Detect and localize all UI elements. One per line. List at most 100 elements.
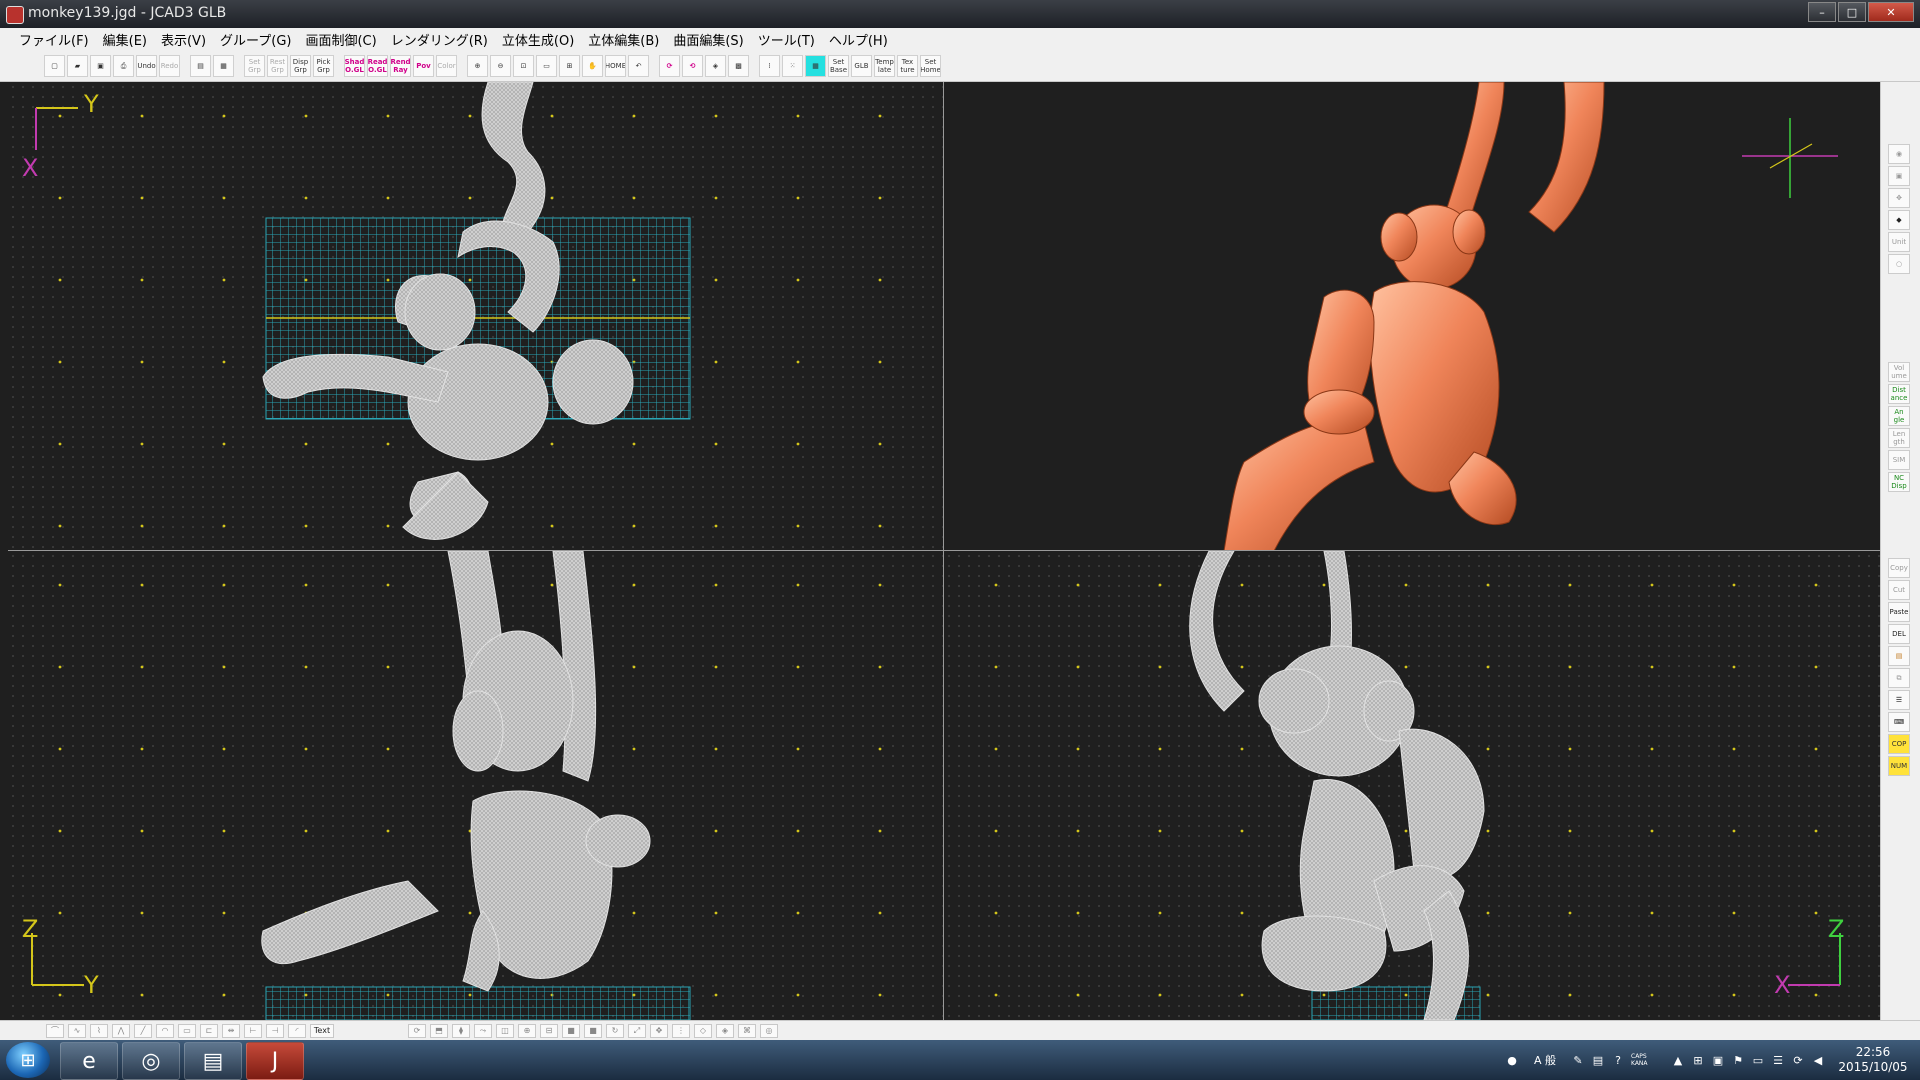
nc-disp-button[interactable]: NC Disp [1888, 472, 1910, 492]
tray-device-icon[interactable]: ▭ [1751, 1053, 1765, 1067]
circle-icon[interactable]: ○ [1888, 254, 1910, 274]
redo-button[interactable]: Redo [159, 54, 180, 77]
array-icon[interactable]: ⋮ [672, 1023, 690, 1038]
grid-snap-icon[interactable]: ⁙ [782, 54, 803, 77]
viewport-perspective[interactable] [944, 82, 1880, 551]
glb-button[interactable]: GLB [851, 54, 872, 77]
menu-rendering[interactable]: レンダリング(R) [384, 30, 495, 49]
fit-view-icon[interactable]: ▭ [536, 54, 557, 77]
sketch-icon[interactable]: ⌒ [46, 1023, 64, 1038]
zoom-window-icon[interactable]: ⊡ [513, 54, 534, 77]
rotate-view-icon[interactable]: ⟳ [659, 54, 680, 77]
tray-network-icon[interactable]: ▣ [1711, 1053, 1725, 1067]
menu-group[interactable]: グループ(G) [213, 30, 298, 49]
section-icon[interactable]: ⊟ [540, 1023, 558, 1038]
close-button[interactable]: ✕ [1868, 2, 1914, 22]
tree-icon[interactable]: ☰ [1888, 690, 1910, 710]
menu-solid-edit[interactable]: 立体編集(B) [581, 30, 666, 49]
open-folder-icon[interactable]: ▰ [67, 54, 88, 77]
rect-icon[interactable]: ▭ [178, 1023, 196, 1038]
new-file-icon[interactable]: ▢ [44, 54, 65, 77]
boolean-icon[interactable]: ⊕ [518, 1023, 536, 1038]
paste-button[interactable]: Paste [1888, 602, 1910, 622]
zoom-all-icon[interactable]: ⊞ [559, 54, 580, 77]
delete-button[interactable]: DEL [1888, 624, 1910, 644]
extend-icon[interactable]: ⊣ [266, 1023, 284, 1038]
menu-screen-control[interactable]: 画面制御(C) [298, 30, 383, 49]
set-home-button[interactable]: Set Home [920, 54, 941, 77]
tray-flag-icon[interactable]: ⚑ [1731, 1053, 1745, 1067]
view-select-icon[interactable]: ◈ [705, 54, 726, 77]
tray-volume-icon[interactable]: ◀ [1811, 1053, 1825, 1067]
tray-update-icon[interactable]: ⟳ [1791, 1053, 1805, 1067]
fillet-icon[interactable]: ◜ [288, 1023, 306, 1038]
loft-icon[interactable]: ⧫ [452, 1023, 470, 1038]
copy-button[interactable]: Copy [1888, 558, 1910, 578]
shade-ogl-button[interactable]: Shad O.GL [344, 54, 365, 77]
blend-icon[interactable]: ⌘ [738, 1023, 756, 1038]
shell-icon[interactable]: ◫ [496, 1023, 514, 1038]
solid-box-icon[interactable]: ■ [562, 1023, 580, 1038]
tray-dictionary-icon[interactable]: ▤ [1591, 1053, 1605, 1067]
zoom-in-icon[interactable]: ⊕ [467, 54, 488, 77]
ime-indicator[interactable]: A 般 [1525, 1053, 1565, 1067]
group-grid-icon[interactable]: ▦ [213, 54, 234, 77]
diamond-icon[interactable]: ◆ [1888, 210, 1910, 230]
menu-solid-create[interactable]: 立体生成(O) [495, 30, 581, 49]
minimize-button[interactable]: – [1808, 2, 1836, 22]
solid-box2-icon[interactable]: ■ [584, 1023, 602, 1038]
menu-help[interactable]: ヘルプ(H) [822, 30, 895, 49]
length-button[interactable]: Len gth [1888, 428, 1910, 448]
line-icon[interactable]: ╱ [134, 1023, 152, 1038]
move-obj-icon[interactable]: ✥ [650, 1023, 668, 1038]
disp-group-button[interactable]: Disp Grp [290, 54, 311, 77]
save-icon[interactable]: ▣ [90, 54, 111, 77]
home-button[interactable]: HOME [605, 54, 626, 77]
undo-button[interactable]: Undo [136, 54, 157, 77]
rotate-obj-icon[interactable]: ↻ [606, 1023, 624, 1038]
move-icon[interactable]: ✥ [1888, 188, 1910, 208]
distance-button[interactable]: Dist ance [1888, 384, 1910, 404]
maximize-button[interactable]: □ [1838, 2, 1866, 22]
curve-icon[interactable]: ∿ [68, 1023, 86, 1038]
tray-power-icon[interactable]: ☰ [1771, 1053, 1785, 1067]
tray-ime-pad-icon[interactable]: ✎ [1571, 1053, 1585, 1067]
viewport-side[interactable]: Z X [944, 551, 1880, 1020]
polyline-icon[interactable]: ⋀ [112, 1023, 130, 1038]
camera-icon[interactable]: ◉ [1888, 144, 1910, 164]
tray-windows-icon[interactable]: ⊞ [1691, 1053, 1705, 1067]
offset-icon[interactable]: ⊏ [200, 1023, 218, 1038]
menu-tools[interactable]: ツール(T) [751, 30, 822, 49]
taskbar-ie-icon[interactable]: e [60, 1042, 118, 1080]
set-group-button[interactable]: Set Grp [244, 54, 265, 77]
color-button[interactable]: Color [436, 54, 457, 77]
start-button[interactable]: ⊞ [6, 1042, 50, 1078]
num-button[interactable]: NUM [1888, 756, 1910, 776]
text-button[interactable]: Text [310, 1023, 334, 1038]
print-icon[interactable]: ⎙ [113, 54, 134, 77]
sim-button[interactable]: SIM [1888, 450, 1910, 470]
mirror-icon[interactable]: ⇹ [222, 1023, 240, 1038]
stack-icon[interactable]: ⧉ [1888, 668, 1910, 688]
tray-expand-icon[interactable]: ▲ [1671, 1053, 1685, 1067]
render-ray-button[interactable]: Rend Ray [390, 54, 411, 77]
tray-help-icon[interactable]: ? [1611, 1053, 1625, 1067]
pick-group-button[interactable]: Pick Grp [313, 54, 334, 77]
volume-button[interactable]: Vol ume [1888, 362, 1910, 382]
zoom-out-icon[interactable]: ⊖ [490, 54, 511, 77]
rotate-reverse-icon[interactable]: ⟲ [682, 54, 703, 77]
set-base-button[interactable]: Set Base [828, 54, 849, 77]
grid-display-icon[interactable]: ▦ [805, 54, 826, 77]
app-icon[interactable] [6, 6, 24, 24]
template-button[interactable]: Temp late [874, 54, 895, 77]
scale-icon[interactable]: ⤢ [628, 1023, 646, 1038]
cop-button[interactable]: COP [1888, 734, 1910, 754]
read-ogl-button[interactable]: Read O.GL [367, 54, 388, 77]
pan-hand-icon[interactable]: ✋ [582, 54, 603, 77]
taskbar-jcad-icon[interactable]: J [246, 1042, 304, 1080]
menu-surface-edit[interactable]: 曲面編集(S) [666, 30, 750, 49]
patch-icon[interactable]: ◈ [716, 1023, 734, 1038]
arc-icon[interactable]: ◠ [156, 1023, 174, 1038]
revolve-icon[interactable]: ⟳ [408, 1023, 426, 1038]
texture-button[interactable]: Tex ture [897, 54, 918, 77]
